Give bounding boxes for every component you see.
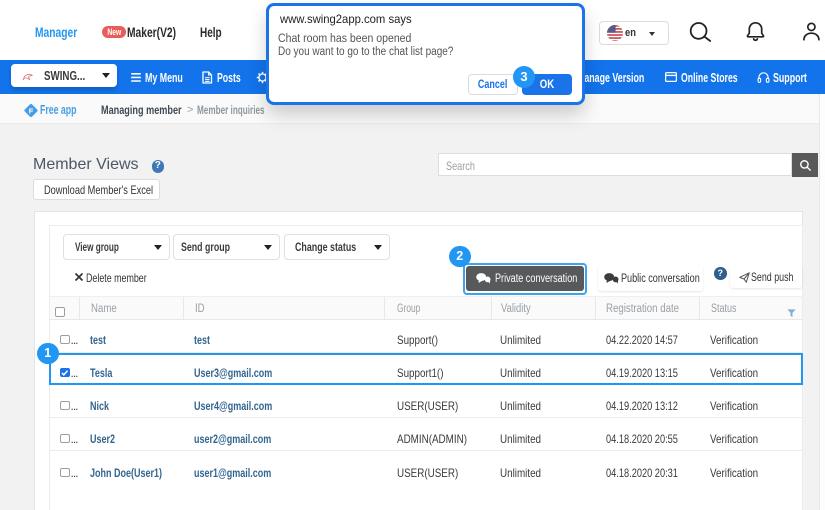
svg-text:F: F [29,106,34,115]
